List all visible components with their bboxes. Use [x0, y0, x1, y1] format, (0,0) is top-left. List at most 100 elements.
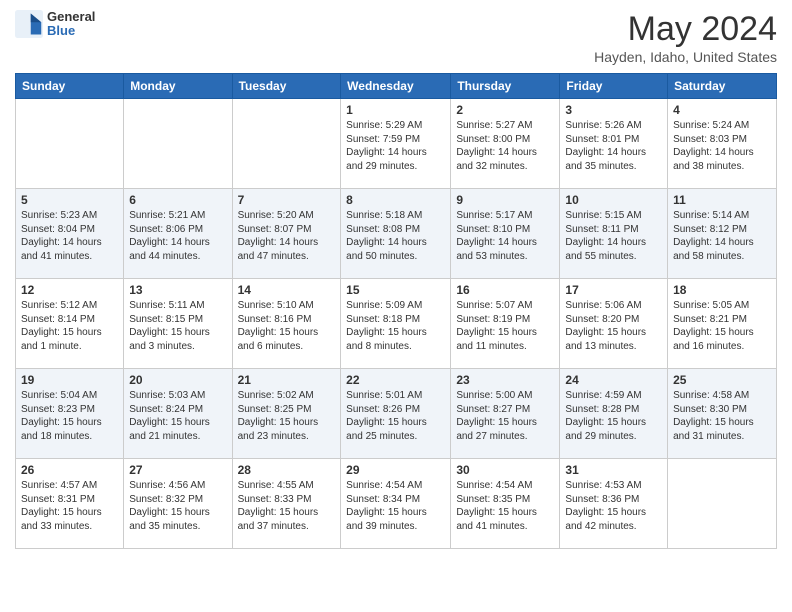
sunset-text: Sunset: 8:04 PM — [21, 224, 95, 235]
daylight-text: Daylight: 15 hours — [238, 507, 319, 518]
day-number: 25 — [673, 373, 771, 387]
daylight-text: Daylight: 15 hours — [565, 507, 646, 518]
calendar-cell: 25Sunrise: 4:58 AMSunset: 8:30 PMDayligh… — [668, 369, 777, 459]
calendar-cell: 1Sunrise: 5:29 AMSunset: 7:59 PMDaylight… — [341, 99, 451, 189]
sunset-text: Sunset: 8:08 PM — [346, 224, 420, 235]
calendar-cell: 18Sunrise: 5:05 AMSunset: 8:21 PMDayligh… — [668, 279, 777, 369]
sunrise-text: Sunrise: 4:54 AM — [456, 480, 532, 491]
weekday-header-row: SundayMondayTuesdayWednesdayThursdayFrid… — [16, 74, 777, 99]
daylight-text: and 41 minutes. — [21, 251, 92, 262]
sunrise-text: Sunrise: 5:09 AM — [346, 300, 422, 311]
sunrise-text: Sunrise: 5:02 AM — [238, 390, 314, 401]
logo-icon — [15, 10, 43, 38]
sunrise-text: Sunrise: 5:18 AM — [346, 210, 422, 221]
calendar-cell: 26Sunrise: 4:57 AMSunset: 8:31 PMDayligh… — [16, 459, 124, 549]
sunset-text: Sunset: 8:18 PM — [346, 314, 420, 325]
sunrise-text: Sunrise: 5:26 AM — [565, 120, 641, 131]
daylight-text: and 42 minutes. — [565, 521, 636, 532]
sunset-text: Sunset: 8:26 PM — [346, 404, 420, 415]
daylight-text: Daylight: 14 hours — [346, 237, 427, 248]
calendar-cell: 14Sunrise: 5:10 AMSunset: 8:16 PMDayligh… — [232, 279, 341, 369]
day-number: 8 — [346, 193, 445, 207]
sunrise-text: Sunrise: 5:15 AM — [565, 210, 641, 221]
daylight-text: and 8 minutes. — [346, 341, 412, 352]
calendar-cell: 13 Sunrise: 5:11 AM Sunset: 8:15 PM Dayligh… — [124, 279, 232, 369]
day-number: 15 — [346, 283, 445, 297]
day-number: 14 — [238, 283, 336, 297]
sunrise-text: Sunrise: 4:53 AM — [565, 480, 641, 491]
sunset-text: Sunset: 8:10 PM — [456, 224, 530, 235]
location-text: Hayden, Idaho, United States — [594, 49, 777, 65]
sunset-text: Sunset: 8:25 PM — [238, 404, 312, 415]
daylight-text: Daylight: 15 hours — [673, 417, 754, 428]
day-number: 26 — [21, 463, 118, 477]
sunrise-text: Sunrise: 5:06 AM — [565, 300, 641, 311]
day-number: 5 — [21, 193, 118, 207]
weekday-header: Monday — [124, 74, 232, 99]
day-number: 30 — [456, 463, 554, 477]
day-number: 22 — [346, 373, 445, 387]
daylight-text: and 29 minutes. — [565, 431, 636, 442]
calendar-week-row: 5 Sunrise: 5:23 AM Sunset: 8:04 PM Daylight… — [16, 189, 777, 279]
daylight-text: Daylight: 15 hours — [456, 507, 537, 518]
day-number: 18 — [673, 283, 771, 297]
daylight-text: and 55 minutes. — [565, 251, 636, 262]
calendar-cell: 8 Sunrise: 5:18 AM Sunset: 8:08 PM Daylight… — [341, 189, 451, 279]
sunset-text: Sunset: 8:01 PM — [565, 134, 639, 145]
daylight-text: and 18 minutes. — [21, 431, 92, 442]
daylight-text: and 47 minutes. — [238, 251, 309, 262]
calendar-cell: 9Sunrise: 5:17 AMSunset: 8:10 PMDaylight… — [451, 189, 560, 279]
day-number: 4 — [673, 103, 771, 117]
weekday-header: Sunday — [16, 74, 124, 99]
daylight-text: Daylight: 14 hours — [565, 147, 646, 158]
calendar-cell: 16Sunrise: 5:07 AMSunset: 8:19 PMDayligh… — [451, 279, 560, 369]
day-number: 16 — [456, 283, 554, 297]
calendar-cell: 31Sunrise: 4:53 AMSunset: 8:36 PMDayligh… — [560, 459, 668, 549]
weekday-header: Wednesday — [341, 74, 451, 99]
sunrise-text: Sunrise: 5:07 AM — [456, 300, 532, 311]
calendar-cell: 19Sunrise: 5:04 AMSunset: 8:23 PMDayligh… — [16, 369, 124, 459]
daylight-text: Daylight: 15 hours — [21, 417, 102, 428]
daylight-text: and 33 minutes. — [21, 521, 92, 532]
sunrise-text: Sunrise: 5:04 AM — [21, 390, 97, 401]
calendar-cell: 5Sunrise: 5:23 AMSunset: 8:04 PMDaylight… — [16, 189, 124, 279]
sunrise-text: Sunrise: 5:12 AM — [21, 300, 97, 311]
sunrise-text: Sunrise: 5:05 AM — [673, 300, 749, 311]
daylight-text: Daylight: 14 hours — [673, 237, 754, 248]
daylight-text: Daylight: 14 hours — [456, 237, 537, 248]
calendar-week-row: 12Sunrise: 5:12 AMSunset: 8:14 PMDayligh… — [16, 279, 777, 369]
daylight-text: and 41 minutes. — [456, 521, 527, 532]
daylight-text: Daylight: 15 hours — [129, 327, 210, 338]
calendar-table: SundayMondayTuesdayWednesdayThursdayFrid… — [15, 73, 777, 549]
day-number: 13 — [129, 283, 226, 297]
daylight-text: and 35 minutes. — [565, 161, 636, 172]
sunset-text: Sunset: 8:07 PM — [238, 224, 312, 235]
day-number: 3 — [565, 103, 662, 117]
calendar-cell: 7Sunrise: 5:20 AMSunset: 8:07 PMDaylight… — [232, 189, 341, 279]
daylight-text: and 53 minutes. — [456, 251, 527, 262]
daylight-text: and 11 minutes. — [456, 341, 526, 352]
calendar-cell: 2Sunrise: 5:27 AMSunset: 8:00 PMDaylight… — [451, 99, 560, 189]
month-title: May 2024 — [594, 10, 777, 49]
calendar-cell: 22Sunrise: 5:01 AMSunset: 8:26 PMDayligh… — [341, 369, 451, 459]
calendar-cell: 27Sunrise: 4:56 AMSunset: 8:32 PMDayligh… — [124, 459, 232, 549]
sunrise-text: Sunrise: 5:27 AM — [456, 120, 532, 131]
sunrise-text: Sunrise: 5:11 AM — [129, 300, 204, 311]
daylight-text: and 58 minutes. — [673, 251, 744, 262]
daylight-text: Daylight: 15 hours — [456, 417, 537, 428]
daylight-text: Daylight: 15 hours — [238, 327, 319, 338]
daylight-text: and 50 minutes. — [346, 251, 417, 262]
daylight-text: Daylight: 15 hours — [129, 507, 210, 518]
day-number: 1 — [346, 103, 445, 117]
sunrise-text: Sunrise: 5:23 AM — [21, 210, 97, 221]
sunset-text: Sunset: 8:15 PM — [129, 314, 203, 325]
day-number: 9 — [456, 193, 554, 207]
sunset-text: Sunset: 8:32 PM — [129, 494, 203, 505]
day-number: 31 — [565, 463, 662, 477]
calendar-cell — [668, 459, 777, 549]
daylight-text: Daylight: 14 hours — [129, 237, 210, 248]
sunrise-text: Sunrise: 4:54 AM — [346, 480, 422, 491]
sunset-text: Sunset: 8:33 PM — [238, 494, 312, 505]
day-number: 23 — [456, 373, 554, 387]
weekday-header: Friday — [560, 74, 668, 99]
